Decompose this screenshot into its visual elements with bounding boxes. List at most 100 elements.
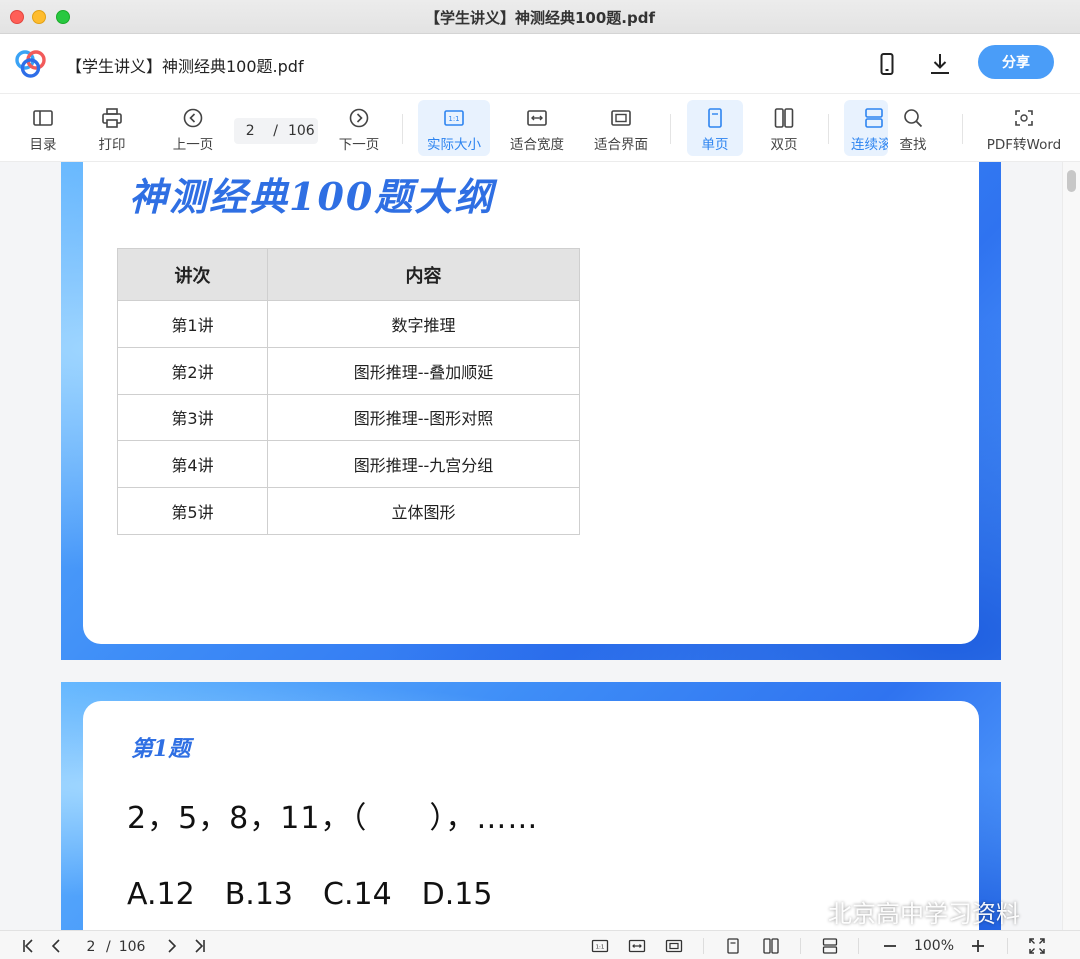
toolbar-divider [670,114,671,144]
table-cell: 图形推理--九宫分组 [267,440,580,489]
total-pages: 106 [287,123,315,139]
single-page-icon [708,108,722,128]
status-divider [800,938,801,954]
status-double-page-button[interactable] [760,936,782,956]
first-page-button[interactable] [18,936,40,956]
fit-width-icon [527,110,547,126]
status-page-indicator: 2 / 106 [84,937,146,957]
minus-icon [884,945,896,947]
zoom-level[interactable]: 100% [908,936,960,956]
status-divider [858,938,859,954]
toolbar-divider [828,114,829,144]
last-page-icon [195,939,205,953]
double-page-icon [763,938,779,954]
page-indicator: / 106 [234,118,318,144]
status-divider [1007,938,1008,954]
table-cell: 第5讲 [117,487,268,535]
prev-page-button[interactable]: 上一页 [168,100,218,156]
table-cell: 第4讲 [117,440,268,489]
status-actual-size-button[interactable]: 1:1 [589,936,611,956]
double-page-icon [774,108,794,128]
status-fit-page-button[interactable] [663,936,685,956]
download-icon[interactable] [926,50,954,78]
zoom-in-button[interactable] [967,936,989,956]
page-number-input[interactable] [237,123,264,139]
window-titlebar: 【学生讲义】神测经典100题.pdf [0,0,1080,34]
sidebar-icon [33,110,53,126]
prev-page-small-button[interactable] [46,936,68,956]
svg-text:1:1: 1:1 [596,945,605,951]
svg-text:1:1: 1:1 [448,115,459,123]
table-header-cell: 讲次 [117,248,268,301]
prev-page-label: 上一页 [172,137,214,153]
viewer-toolbar: 目录 打印 上一页 / 106 下一页 1:1 实际大小 [0,94,1080,162]
table-cell: 第1讲 [117,300,268,348]
toolbar-divider [962,114,963,144]
table-row: 第4讲 图形推理--九宫分组 [117,440,580,489]
continuous-scroll-button[interactable]: 连续滚 [844,100,888,156]
fit-width-label: 适合宽度 [510,137,564,153]
fullscreen-button[interactable] [1026,936,1048,956]
app-header: 【学生讲义】神测经典100题.pdf 分享 [0,34,1080,94]
first-page-icon [23,939,33,953]
toc-button[interactable]: 目录 [20,100,66,156]
fit-page-button[interactable]: 适合界面 [588,100,654,156]
scroll-thumb[interactable] [1067,170,1076,192]
find-button[interactable]: 查找 [890,100,936,156]
table-cell: 立体图形 [267,487,580,535]
table-cell: 图形推理--叠加顺延 [267,346,580,395]
actual-size-icon: 1:1 [591,939,609,953]
single-page-button[interactable]: 单页 [687,100,743,156]
status-total-pages: 106 [118,939,146,955]
actual-size-icon: 1:1 [444,110,464,126]
outline-table: 讲次 内容 第1讲 数字推理 第2讲 图形推理--叠加顺延 第3讲 图形推理--… [117,248,580,535]
watermark: 北京高中学习资料 [786,894,1020,929]
fit-page-label: 适合界面 [594,137,648,153]
continuous-scroll-icon [822,938,838,954]
page-separator: / [273,123,278,139]
table-cell: 第2讲 [117,346,268,395]
table-cell: 图形推理--图形对照 [267,393,580,442]
phone-icon[interactable] [873,50,901,78]
question-options: A.12 B.13 C.14 D.15 [127,877,493,912]
pdf-page-question: 第1题 2，5，8，11，（ ），…… A.12 B.13 C.14 D.15 [61,682,1001,930]
status-fit-width-button[interactable] [626,936,648,956]
app-logo-icon [15,50,46,78]
vertical-scrollbar[interactable] [1062,162,1080,930]
fit-width-icon [628,939,646,953]
plus-icon [972,940,984,952]
pdf-to-word-label: PDF转Word [986,137,1062,153]
next-page-button[interactable]: 下一页 [334,100,384,156]
table-row: 第3讲 图形推理--图形对照 [117,393,580,442]
table-row: 第2讲 图形推理--叠加顺延 [117,346,580,395]
table-cell: 数字推理 [267,300,580,348]
double-page-button[interactable]: 双页 [758,100,810,156]
page-card: 神测经典100题大纲 讲次 内容 第1讲 数字推理 第2讲 图形推理--叠加顺延… [83,162,979,644]
print-label: 打印 [98,137,126,153]
fit-width-button[interactable]: 适合宽度 [504,100,570,156]
share-button[interactable]: 分享 [978,45,1054,79]
status-divider [703,938,704,954]
document-viewer[interactable]: 神测经典100题大纲 讲次 内容 第1讲 数字推理 第2讲 图形推理--叠加顺延… [0,162,1080,930]
last-page-button[interactable] [188,936,210,956]
actual-size-label: 实际大小 [427,137,481,153]
wechat-icon [787,900,818,923]
fit-page-icon [665,939,683,953]
status-single-page-button[interactable] [722,936,744,956]
toc-label: 目录 [29,137,57,153]
actual-size-button[interactable]: 1:1 实际大小 [418,100,490,156]
pdf-to-word-button[interactable]: PDF转Word [982,100,1066,156]
status-continuous-button[interactable] [819,936,841,956]
print-button[interactable]: 打印 [89,100,135,156]
next-page-label: 下一页 [338,137,380,153]
zoom-out-button[interactable] [879,936,901,956]
pdf-page-outline: 神测经典100题大纲 讲次 内容 第1讲 数字推理 第2讲 图形推理--叠加顺延… [61,162,1001,660]
toolbar-divider [402,114,403,144]
chevron-left-circle-icon [183,108,203,128]
table-header-cell: 内容 [267,248,580,301]
status-current-page[interactable]: 2 [84,939,98,955]
table-row: 第5讲 立体图形 [117,487,580,535]
double-page-label: 双页 [770,137,798,153]
next-page-small-button[interactable] [160,936,182,956]
fullscreen-icon [1029,938,1045,954]
